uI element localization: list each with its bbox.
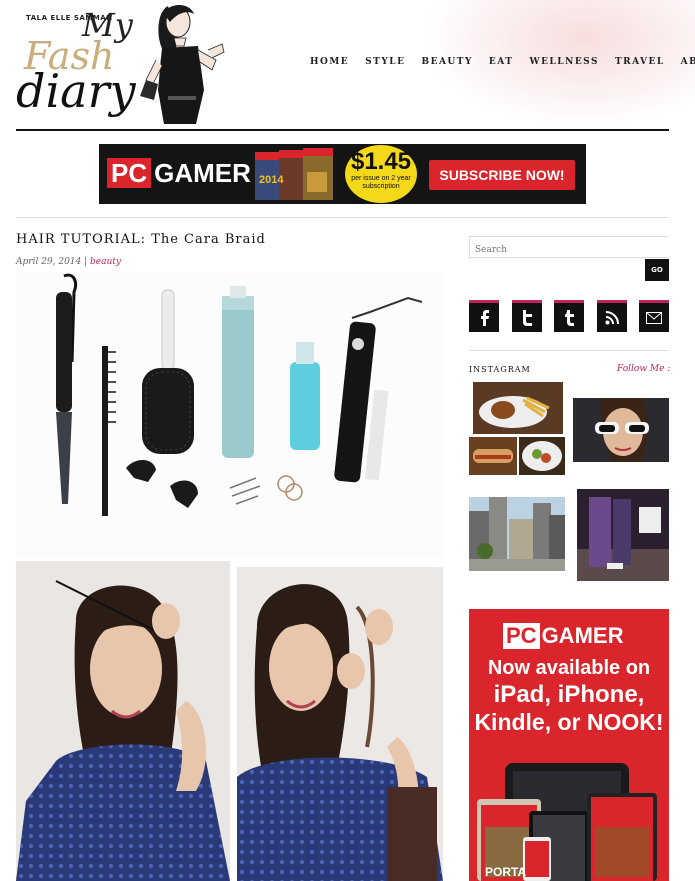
sidebar-ad-gamer-text: GAMER [541, 623, 624, 648]
subscribe-button[interactable]: SUBSCRIBE NOW! [429, 160, 575, 190]
post-date: April 29, 2014 [16, 257, 82, 267]
nav-home[interactable]: HOME [310, 57, 349, 67]
post-title[interactable]: HAIR TUTORIAL: The Cara Braid [16, 232, 266, 247]
nav-wellness[interactable]: WELLNESS [529, 57, 599, 67]
banner-price-badge: $1.45 per issue on 2 year subscription [345, 145, 417, 203]
instagram-thumb-sandwich[interactable] [469, 437, 517, 475]
banner-pc-text: PC [107, 158, 152, 188]
nav-eat[interactable]: EAT [489, 57, 514, 67]
instagram-thumb-city[interactable] [469, 497, 565, 571]
email-icon[interactable] [639, 300, 669, 332]
sidebar-ad-line2: iPad, iPhone, [493, 681, 645, 708]
sidebar-ad-mag-word: PORTA [485, 865, 527, 879]
rss-icon[interactable] [596, 300, 627, 332]
banner-ad[interactable]: PC GAMER 2014 $1.45 per issue on 2 year … [99, 144, 586, 204]
header-divider [16, 129, 669, 131]
search-input[interactable] [470, 240, 669, 260]
banner-price: $1.45 [350, 148, 412, 175]
post-category-link[interactable]: beauty [90, 257, 121, 267]
banner-gamer-text: GAMER [154, 158, 251, 188]
sidebar-ad[interactable]: PC GAMER Now available on iPad, iPhone, … [469, 609, 669, 881]
facebook-icon[interactable] [469, 300, 499, 332]
sidebar-ad-line3: Kindle, or NOOK! [474, 709, 664, 735]
sidebar-ad-logo: PC GAMER [503, 623, 623, 649]
content-divider [16, 217, 669, 218]
instagram-thumb-salad[interactable] [519, 437, 565, 475]
sidebar-ad-devices-image [477, 763, 657, 881]
nav-about[interactable]: ABOUT [681, 57, 695, 67]
nav-beauty[interactable]: BEAUTY [421, 57, 472, 67]
post-image-step-1[interactable] [16, 561, 230, 881]
post-image-hair-tools[interactable] [16, 272, 443, 558]
search-box [469, 236, 669, 260]
main-nav: HOME STYLE BEAUTY EAT WELLNESS TRAVEL AB… [310, 57, 695, 67]
sidebar-divider [469, 350, 669, 351]
logo-word-diary: diary [16, 64, 136, 118]
tumblr-icon[interactable] [554, 300, 584, 332]
instagram-heading: INSTAGRAM [469, 365, 531, 374]
nav-style[interactable]: STYLE [365, 57, 405, 67]
social-links [469, 300, 669, 332]
twitter-icon[interactable] [511, 300, 542, 332]
logo-illustration [140, 5, 225, 124]
instagram-thumb-burger[interactable] [473, 382, 563, 434]
banner-mag-year: 2014 [259, 174, 284, 186]
post-meta: April 29, 2014 | beauty [16, 257, 121, 267]
instagram-thumb-sunglasses[interactable] [573, 398, 669, 462]
banner-pcgamer-logo: PC GAMER [107, 158, 251, 188]
follow-me-link[interactable]: Follow Me : [617, 364, 670, 374]
post-image-step-2[interactable] [237, 567, 443, 881]
nav-travel[interactable]: TRAVEL [615, 57, 665, 67]
banner-price-note: per issue on 2 year subscription [351, 175, 411, 190]
post-meta-separator: | [81, 257, 91, 267]
sidebar-ad-line1: Now available on [487, 657, 651, 679]
instagram-thumb-room[interactable] [577, 489, 669, 581]
search-go-button[interactable]: GO [645, 259, 669, 281]
sidebar-ad-pc-text: PC [503, 623, 540, 649]
